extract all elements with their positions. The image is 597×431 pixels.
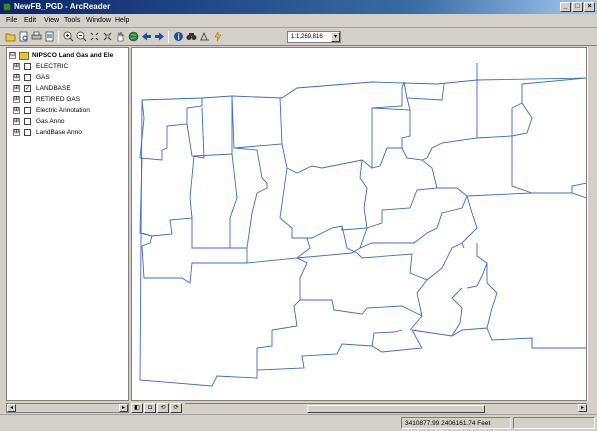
toolbar-separator bbox=[168, 31, 169, 43]
map-horizontal-scrollbar[interactable]: ▸ bbox=[185, 403, 587, 413]
print-icon[interactable] bbox=[31, 31, 42, 42]
identify-icon[interactable] bbox=[173, 31, 184, 42]
layer-label: LandBase Anno bbox=[36, 129, 82, 136]
close-button[interactable]: × bbox=[584, 2, 595, 12]
print-preview-icon[interactable] bbox=[18, 31, 29, 42]
forward-icon[interactable] bbox=[154, 31, 165, 42]
find-icon[interactable] bbox=[186, 31, 197, 42]
layer-label: RETIRED GAS bbox=[36, 96, 81, 103]
menu-tools[interactable]: Tools bbox=[64, 17, 80, 24]
toc-layer-landbase[interactable]: ⊞ ✓ LANDBASE bbox=[7, 84, 129, 94]
layer-checkbox[interactable] bbox=[24, 118, 31, 125]
scroll-right-icon[interactable]: ▸ bbox=[578, 404, 587, 412]
county-boundary-map bbox=[139, 63, 586, 387]
window-title: NewFB_PGD - ArcReader bbox=[14, 2, 111, 11]
toc-root-dataframe[interactable]: ⊟ NIPSCO Land Gas and Ele bbox=[7, 51, 129, 61]
menu-file[interactable]: File bbox=[6, 17, 17, 24]
map-vertical-scrollbar[interactable] bbox=[587, 47, 597, 401]
maximize-button[interactable]: □ bbox=[572, 2, 583, 12]
measure-icon[interactable] bbox=[199, 31, 210, 42]
expand-icon[interactable]: ⊞ bbox=[13, 63, 20, 70]
layout-view-button[interactable]: ◘ bbox=[144, 403, 156, 413]
layer-checkbox[interactable] bbox=[24, 107, 31, 114]
map-display[interactable] bbox=[131, 47, 587, 401]
hyperlink-icon[interactable] bbox=[212, 31, 223, 42]
dataframe-icon bbox=[19, 52, 29, 60]
layer-label: Electric Annotation bbox=[36, 107, 90, 114]
layer-checkbox[interactable] bbox=[24, 129, 31, 136]
expand-icon[interactable]: ⊞ bbox=[13, 129, 20, 136]
expand-icon[interactable]: ⊞ bbox=[13, 118, 20, 125]
layer-checkbox[interactable]: ✓ bbox=[24, 85, 31, 92]
fixed-zoom-in-icon[interactable] bbox=[89, 31, 100, 42]
menu-view[interactable]: View bbox=[44, 17, 59, 24]
full-extent-icon[interactable] bbox=[128, 31, 139, 42]
toc-layer-gas-anno[interactable]: ⊞ Gas Anno bbox=[7, 117, 129, 127]
toc-layer-gas[interactable]: ⊞ GAS bbox=[7, 73, 129, 83]
dataframe-label: NIPSCO Land Gas and Ele bbox=[32, 52, 114, 59]
fixed-zoom-out-icon[interactable] bbox=[102, 31, 113, 42]
coordinate-readout: 3410877.99 2406161.74 Feet bbox=[401, 417, 511, 429]
menu-bar: File Edit View Tools Window Help bbox=[0, 14, 597, 28]
layer-checkbox[interactable] bbox=[24, 74, 31, 81]
layer-label: Gas Anno bbox=[36, 118, 65, 125]
arcreader-app-icon bbox=[3, 3, 11, 11]
scale-dropdown-icon[interactable]: ▾ bbox=[331, 32, 340, 42]
status-pane-empty bbox=[513, 417, 595, 429]
menu-help[interactable]: Help bbox=[115, 17, 129, 24]
minimize-button[interactable]: _ bbox=[560, 2, 571, 12]
scroll-left-icon[interactable]: ◂ bbox=[7, 404, 16, 412]
view-switch-buttons: ◧ ◘ ⟲ ⟳ bbox=[131, 403, 183, 413]
layer-label: ELECTRIC bbox=[36, 63, 69, 70]
expand-icon[interactable]: ⊞ bbox=[13, 74, 20, 81]
county-boundaries bbox=[139, 63, 586, 387]
expand-icon[interactable]: ⊞ bbox=[13, 107, 20, 114]
refresh-button[interactable]: ⟲ bbox=[157, 403, 169, 413]
status-bar: 3410877.99 2406161.74 Feet bbox=[0, 414, 597, 431]
scroll-thumb[interactable] bbox=[307, 405, 485, 413]
toc-layer-retired-gas[interactable]: ⊞ RETIRED GAS bbox=[7, 95, 129, 105]
collapse-icon[interactable]: ⊟ bbox=[9, 52, 16, 59]
pause-drawing-button[interactable]: ⟳ bbox=[170, 403, 182, 413]
table-of-contents: ⊟ NIPSCO Land Gas and Ele ⊞ ELECTRIC ⊞ G… bbox=[6, 47, 129, 401]
layer-label: LANDBASE bbox=[36, 85, 71, 92]
pan-icon[interactable] bbox=[115, 31, 126, 42]
open-icon[interactable] bbox=[5, 31, 16, 42]
toolbar-separator bbox=[58, 31, 59, 43]
arcreader-window: NewFB_PGD - ArcReader _ □ × File Edit Vi… bbox=[0, 0, 597, 431]
zoom-out-icon[interactable] bbox=[76, 31, 87, 42]
layer-label: GAS bbox=[36, 74, 50, 81]
menu-window[interactable]: Window bbox=[86, 17, 111, 24]
toc-horizontal-scrollbar[interactable]: ◂ ▸ bbox=[6, 403, 129, 413]
toc-layer-electric[interactable]: ⊞ ELECTRIC bbox=[7, 62, 129, 72]
page-layout-icon[interactable] bbox=[44, 31, 55, 42]
toc-layer-electric-annotation[interactable]: ⊞ Electric Annotation bbox=[7, 106, 129, 116]
data-view-button[interactable]: ◧ bbox=[131, 403, 143, 413]
menu-edit[interactable]: Edit bbox=[24, 17, 36, 24]
layer-checkbox[interactable] bbox=[24, 63, 31, 70]
expand-icon[interactable]: ⊞ bbox=[13, 96, 20, 103]
expand-icon[interactable]: ⊞ bbox=[13, 85, 20, 92]
toc-layer-landbase-anno[interactable]: ⊞ LandBase Anno bbox=[7, 128, 129, 138]
layer-checkbox[interactable] bbox=[24, 96, 31, 103]
zoom-in-icon[interactable] bbox=[63, 31, 74, 42]
scroll-right-icon[interactable]: ▸ bbox=[119, 404, 128, 412]
title-bar: NewFB_PGD - ArcReader _ □ × bbox=[0, 0, 597, 14]
back-icon[interactable] bbox=[141, 31, 152, 42]
